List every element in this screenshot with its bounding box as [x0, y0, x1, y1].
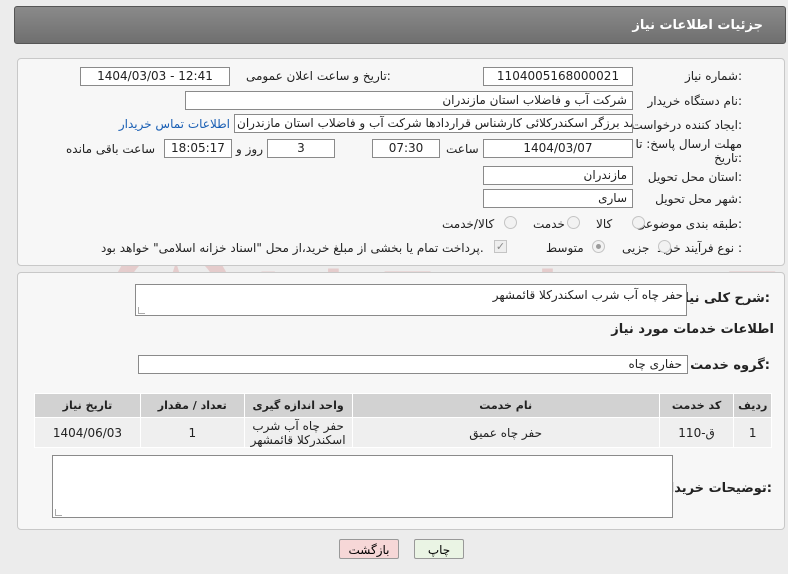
province-label: استان محل تحویل:	[647, 170, 742, 184]
service-group-field: حفاری چاه	[138, 355, 688, 374]
col-service-code: کد خدمت	[658, 393, 735, 418]
cell-service-code: ق-110	[658, 417, 735, 448]
check-icon: ✓	[495, 240, 506, 253]
deadline-time-label: ساعت	[446, 142, 479, 156]
buyer-org-field: شرکت آب و فاضلاب استان مازندران	[185, 91, 633, 110]
category-option-service: خدمت	[533, 217, 565, 231]
buyer-org-label: نام دستگاه خریدار:	[647, 94, 743, 108]
col-row-number: ردیف	[733, 393, 772, 418]
announce-field: 1404/03/03 - 12:41	[80, 67, 230, 86]
announce-label: تاریخ و ساعت اعلان عمومی:	[246, 69, 391, 83]
payment-note: پرداخت تمام یا بخشی از مبلغ خرید،از محل …	[101, 241, 484, 255]
description-textarea[interactable]: حفر چاه آب شرب اسکندرکلا قائمشهر	[135, 284, 687, 316]
services-title: اطلاعات خدمات مورد نیاز	[611, 322, 774, 337]
table-row: 1 ق-110 حفر چاه عمیق حفر چاه آب شرب اسکن…	[34, 417, 772, 448]
cell-unit: حفر چاه آب شرب اسکندرکلا قائمشهر	[243, 417, 353, 448]
deadline-label: مهلت ارسال پاسخ: تا تاریخ:	[635, 137, 742, 165]
contact-info-link[interactable]: اطلاعات تماس خریدار	[119, 117, 230, 131]
cell-service-name: حفر چاه عمیق	[351, 417, 660, 448]
print-button[interactable]: چاپ	[414, 539, 464, 559]
cell-quantity: 1	[139, 417, 245, 448]
category-option-goods-service: کالا/خدمت	[442, 217, 495, 231]
buyer-notes-textarea[interactable]	[52, 455, 673, 518]
cell-need-date: 1404/06/03	[34, 417, 141, 448]
col-service-name: نام خدمت	[351, 393, 660, 418]
deadline-time-field: 07:30	[372, 139, 440, 158]
remaining-time-field: 18:05:17	[164, 139, 232, 158]
days-label: روز و	[236, 142, 263, 156]
deadline-date-field: 1404/03/07	[483, 139, 633, 158]
treasury-checkbox[interactable]: ✓	[494, 240, 507, 253]
process-option-medium: متوسط	[546, 241, 584, 255]
back-button[interactable]: بازگشت	[339, 539, 399, 559]
remaining-label: ساعت باقی مانده	[66, 142, 156, 156]
cell-row-number: 1	[733, 417, 772, 448]
category-radio-goods-service[interactable]	[504, 216, 517, 229]
col-quantity: تعداد / مقدار	[139, 393, 245, 418]
page-title: جزئیات اطلاعات نیاز	[632, 17, 763, 33]
city-field: ساری	[483, 189, 633, 208]
category-option-goods: کالا	[596, 217, 613, 231]
category-radio-service[interactable]	[567, 216, 580, 229]
table-header-row: ردیف کد خدمت نام خدمت واحد اندازه گیری ت…	[34, 393, 772, 418]
deadline-label-line2: تاریخ:	[714, 151, 742, 165]
page-header: جزئیات اطلاعات نیاز	[14, 6, 786, 44]
creator-field: احمد برزگر اسکندرکلائی کارشناس قراردادها…	[234, 114, 633, 133]
need-number-label: شماره نیاز:	[684, 69, 742, 83]
description-label: شرح کلی نیاز:	[676, 291, 770, 306]
process-radio-medium[interactable]	[592, 240, 605, 253]
description-text: حفر چاه آب شرب اسکندرکلا قائمشهر	[492, 288, 683, 302]
service-group-label: گروه خدمت:	[690, 358, 770, 373]
col-unit: واحد اندازه گیری	[243, 393, 353, 418]
process-radio-minor[interactable]	[658, 240, 671, 253]
city-label: شهر محل تحویل:	[655, 192, 742, 206]
services-table: ردیف کد خدمت نام خدمت واحد اندازه گیری ت…	[34, 393, 772, 448]
deadline-label-line1: مهلت ارسال پاسخ: تا	[635, 137, 742, 151]
need-number-field: 1104005168000021	[483, 67, 633, 86]
creator-label: ایجاد کننده درخواست:	[631, 118, 742, 132]
category-radio-goods[interactable]	[632, 216, 645, 229]
province-field: مازندران	[483, 166, 633, 185]
process-option-minor: جزیی	[622, 241, 650, 255]
category-label: طبقه بندی موضوعی:	[635, 217, 742, 231]
resize-handle-icon[interactable]	[55, 509, 62, 516]
resize-handle-icon[interactable]	[138, 307, 145, 314]
services-table-wrap: ردیف کد خدمت نام خدمت واحد اندازه گیری ت…	[34, 393, 772, 448]
col-need-date: تاریخ نیاز	[34, 393, 141, 418]
days-field: 3	[267, 139, 335, 158]
buyer-notes-label: توضیحات خریدار:	[662, 481, 772, 496]
